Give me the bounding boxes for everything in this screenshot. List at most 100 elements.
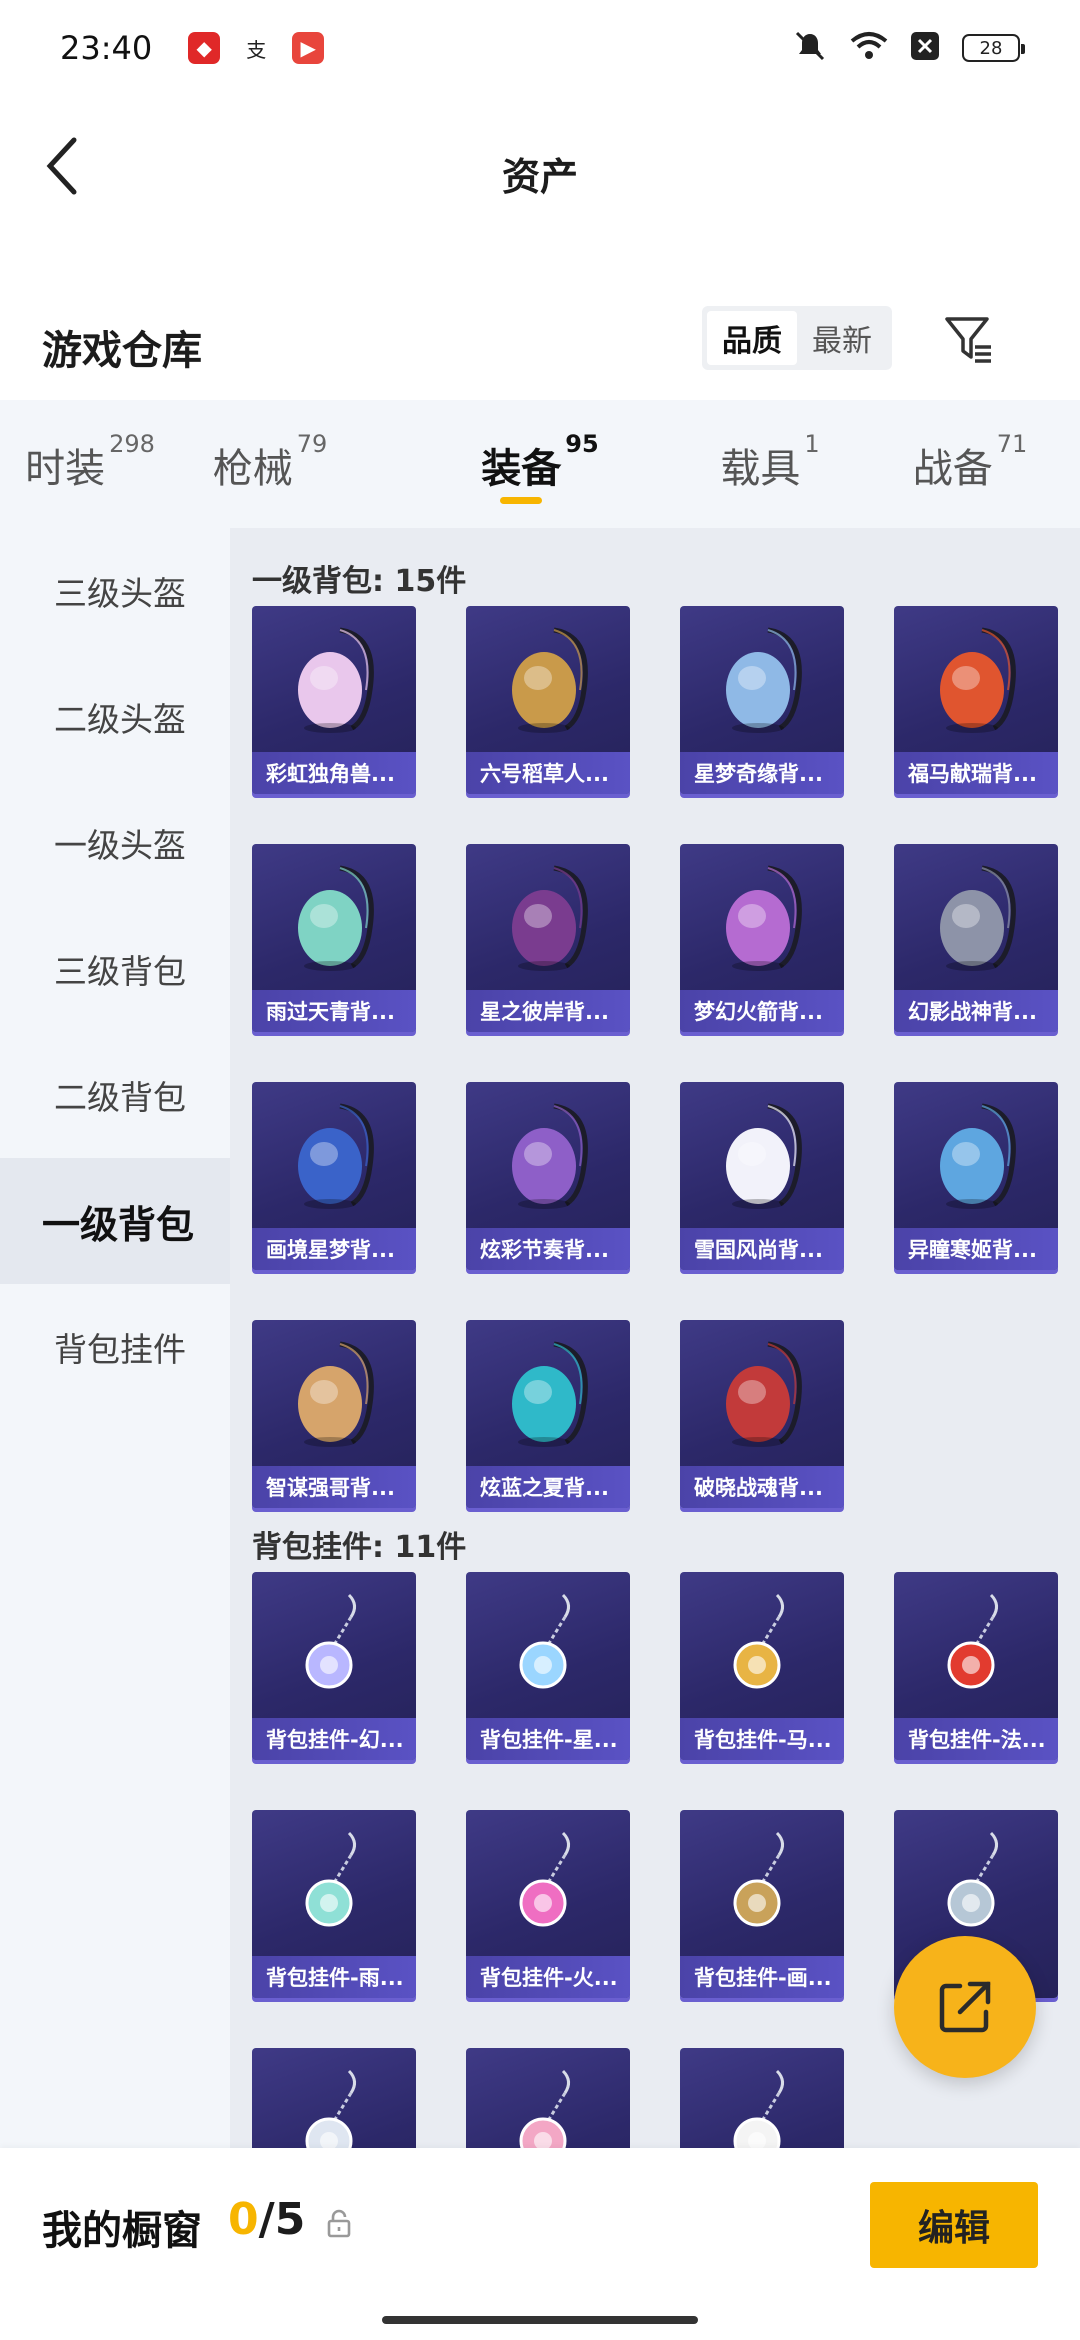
rocket-backpack-icon bbox=[680, 844, 844, 994]
item-card[interactable]: 雨过天青背... bbox=[252, 844, 416, 1032]
rocket-charm-icon bbox=[466, 1810, 630, 1960]
section-title: 一级背包: 15件 bbox=[252, 564, 467, 599]
horse-backpack-icon bbox=[894, 606, 1058, 756]
filter-icon bbox=[945, 317, 991, 363]
item-card[interactable]: 背包挂件-幻... bbox=[252, 1572, 416, 1760]
lock-icon bbox=[326, 2208, 352, 2242]
alipay-icon: 支 bbox=[246, 37, 267, 62]
tab-0[interactable]: 时装 298 bbox=[0, 400, 180, 528]
phantom-backpack-icon bbox=[894, 844, 1058, 994]
sort-quality-button[interactable]: 品质 bbox=[707, 311, 797, 365]
showcase-count: 0/5 bbox=[228, 2194, 305, 2245]
dawn-backpack-icon bbox=[680, 1320, 844, 1470]
wifi-icon bbox=[850, 31, 888, 65]
item-card[interactable]: 异瞳寒姬背... bbox=[894, 1082, 1058, 1270]
item-label: 六号稻草人... bbox=[466, 752, 630, 794]
item-card[interactable]: 背包挂件-画... bbox=[680, 1810, 844, 1998]
sidebar-item-0[interactable]: 三级头盔 bbox=[0, 528, 230, 654]
header: 资产 bbox=[0, 96, 1080, 246]
item-card[interactable]: 彩虹独角兽... bbox=[252, 606, 416, 794]
star-charm-icon bbox=[466, 1572, 630, 1722]
status-bar: 23:40 ◆ 支 ▶ 28 bbox=[0, 0, 1080, 96]
item-card[interactable]: 背包挂件-星... bbox=[466, 1572, 630, 1760]
external-link-icon bbox=[939, 1981, 991, 2033]
item-card[interactable] bbox=[252, 2048, 416, 2148]
pink-charm-icon bbox=[466, 2048, 630, 2148]
item-card[interactable]: 背包挂件-法... bbox=[894, 1572, 1058, 1760]
tab-1[interactable]: 枪械 79 bbox=[180, 400, 360, 528]
bear-backpack-icon bbox=[252, 1320, 416, 1470]
bottom-bar: 我的橱窗 0/5 编辑 bbox=[0, 2148, 1080, 2340]
status-right: 28 bbox=[792, 28, 1025, 68]
tab-count: 298 bbox=[109, 430, 155, 458]
item-label: 破晓战魂背... bbox=[680, 1466, 844, 1508]
item-label: 星之彼岸背... bbox=[466, 990, 630, 1032]
item-card[interactable]: 六号稻草人... bbox=[466, 606, 630, 794]
item-label: 福马献瑞背... bbox=[894, 752, 1058, 794]
item-card[interactable]: 星梦奇缘背... bbox=[680, 606, 844, 794]
sidebar-item-1[interactable]: 二级头盔 bbox=[0, 654, 230, 780]
home-indicator[interactable] bbox=[382, 2316, 698, 2324]
item-card[interactable]: 梦幻火箭背... bbox=[680, 844, 844, 1032]
item-card[interactable]: 雪国风尚背... bbox=[680, 1082, 844, 1270]
astronaut-backpack-icon bbox=[466, 844, 630, 994]
edit-button[interactable]: 编辑 bbox=[870, 2182, 1038, 2268]
item-card[interactable]: 福马献瑞背... bbox=[894, 606, 1058, 794]
item-label: 画境星梦背... bbox=[252, 1228, 416, 1270]
helmet-charm-icon bbox=[252, 2048, 416, 2148]
sword-charm-icon bbox=[252, 1810, 416, 1960]
page-title: 资产 bbox=[501, 155, 578, 199]
item-label: 背包挂件-幻... bbox=[252, 1718, 416, 1760]
tab-label: 时装 bbox=[25, 446, 106, 492]
item-label: 背包挂件-火... bbox=[466, 1956, 630, 1998]
ice-backpack-icon bbox=[894, 1082, 1058, 1232]
item-card[interactable]: 炫彩节奏背... bbox=[466, 1082, 630, 1270]
item-card[interactable] bbox=[466, 2048, 630, 2148]
tab-3[interactable]: 载具 1 bbox=[680, 400, 860, 528]
item-label: 星梦奇缘背... bbox=[680, 752, 844, 794]
item-label: 彩虹独角兽... bbox=[252, 752, 416, 794]
item-card[interactable]: 背包挂件-马... bbox=[680, 1572, 844, 1760]
item-card[interactable]: 背包挂件-雨... bbox=[252, 1810, 416, 1998]
tab-4[interactable]: 战备 71 bbox=[860, 400, 1080, 528]
item-card[interactable]: 背包挂件-火... bbox=[466, 1810, 630, 1998]
item-card[interactable]: 智谋强哥背... bbox=[252, 1320, 416, 1508]
ferrari-charm-icon bbox=[894, 1572, 1058, 1722]
item-label: 雨过天青背... bbox=[252, 990, 416, 1032]
filter-button[interactable] bbox=[936, 306, 1000, 370]
sort-newest-button[interactable]: 最新 bbox=[797, 311, 887, 365]
item-label: 异瞳寒姬背... bbox=[894, 1228, 1058, 1270]
sidebar-item-5[interactable]: 一级背包 bbox=[0, 1158, 230, 1284]
item-card[interactable]: 星之彼岸背... bbox=[466, 844, 630, 1032]
warehouse-bar: 游戏仓库 品质 最新 bbox=[0, 296, 1080, 400]
item-label: 梦幻火箭背... bbox=[680, 990, 844, 1032]
summer-backpack-icon bbox=[466, 1320, 630, 1470]
item-label: 背包挂件-画... bbox=[680, 1956, 844, 1998]
tab-count: 79 bbox=[296, 430, 328, 458]
tab-label: 枪械 bbox=[212, 446, 293, 492]
item-card[interactable]: 幻影战神背... bbox=[894, 844, 1058, 1032]
unicorn-backpack-icon bbox=[252, 606, 416, 756]
item-card[interactable] bbox=[680, 2048, 844, 2148]
section-title: 背包挂件: 11件 bbox=[252, 1530, 467, 1565]
item-card[interactable]: 炫蓝之夏背... bbox=[466, 1320, 630, 1508]
sidebar-item-6[interactable]: 背包挂件 bbox=[0, 1284, 230, 1410]
vase-backpack-icon bbox=[252, 844, 416, 994]
tab-2[interactable]: 装备 95 bbox=[450, 400, 630, 528]
item-card[interactable]: 画境星梦背... bbox=[252, 1082, 416, 1270]
battery-icon: 28 bbox=[962, 34, 1025, 62]
x-notification-icon bbox=[910, 31, 940, 65]
sidebar: 三级头盔 二级头盔 一级头盔 三级背包 二级背包 一级背包 背包挂件 bbox=[0, 528, 230, 2148]
sidebar-item-2[interactable]: 一级头盔 bbox=[0, 780, 230, 906]
tab-count: 95 bbox=[565, 430, 599, 458]
showcase-label: 我的橱窗 bbox=[42, 2208, 202, 2254]
sidebar-item-3[interactable]: 三级背包 bbox=[0, 906, 230, 1032]
tab-label: 载具 bbox=[720, 446, 801, 492]
red-app-icon: ◆ bbox=[188, 32, 221, 64]
share-fab-button[interactable] bbox=[894, 1936, 1036, 2078]
item-card[interactable]: 破晓战魂背... bbox=[680, 1320, 844, 1508]
rhythm-backpack-icon bbox=[466, 1082, 630, 1232]
swan-backpack-icon bbox=[680, 606, 844, 756]
sidebar-item-4[interactable]: 二级背包 bbox=[0, 1032, 230, 1158]
sort-toggle: 品质 最新 bbox=[702, 306, 892, 370]
